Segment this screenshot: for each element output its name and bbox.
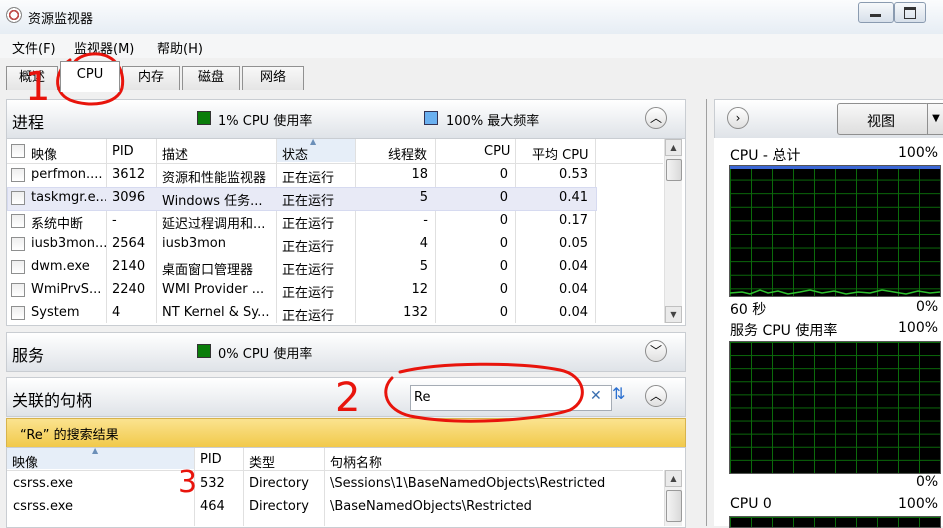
- annotation-number: 3: [178, 465, 198, 500]
- tab-cpu[interactable]: CPU: [60, 61, 120, 92]
- annotation-number: 2: [335, 375, 361, 421]
- annotation-number: 1: [25, 64, 51, 110]
- search-field-circle: [384, 362, 584, 423]
- red-annotations: [56, 52, 584, 423]
